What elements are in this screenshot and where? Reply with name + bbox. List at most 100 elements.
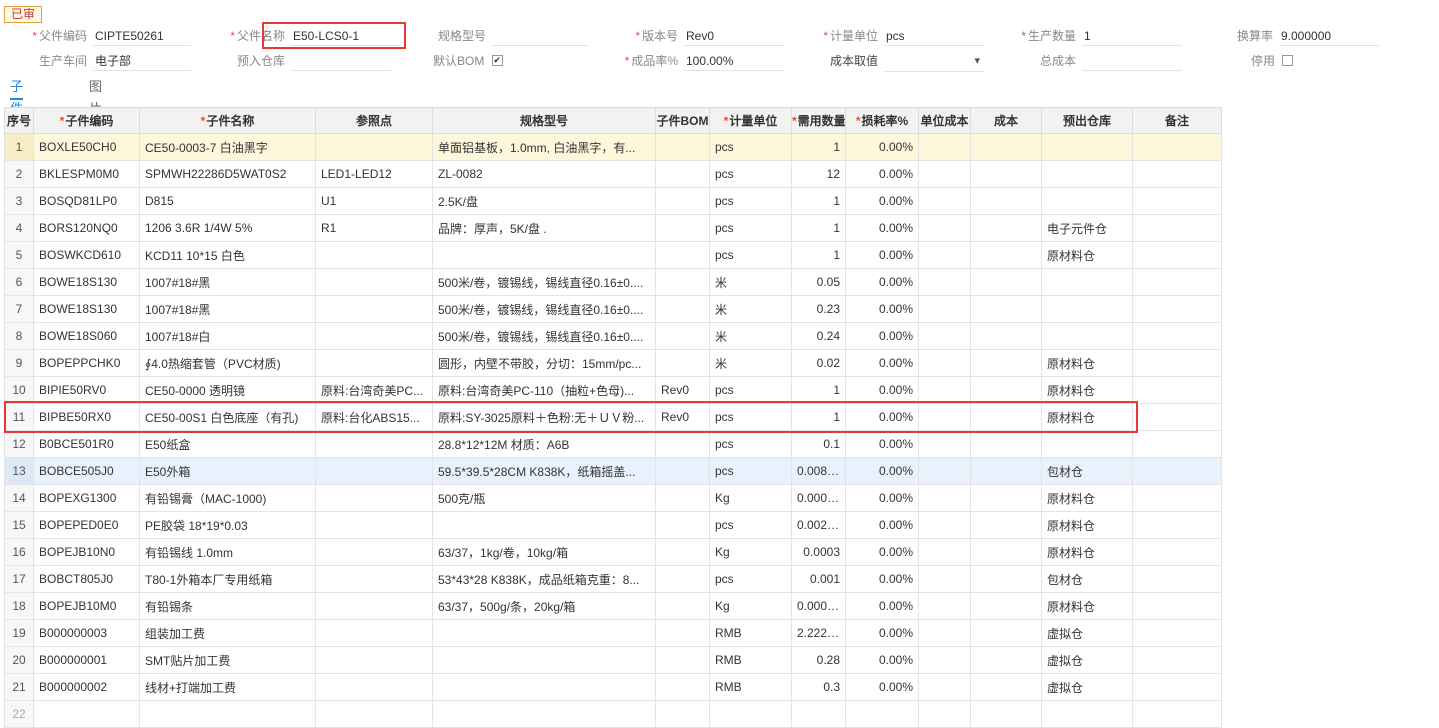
warehouse-cell[interactable]: 原材料仓 xyxy=(1041,511,1133,539)
component-code-cell[interactable]: BOPEPED0E0 xyxy=(33,511,140,539)
cost-cell[interactable] xyxy=(970,133,1042,161)
loss-rate-cell[interactable]: 0.00% xyxy=(845,619,919,647)
component-name-cell[interactable]: 线材+打端加工费 xyxy=(139,673,316,701)
table-row[interactable]: 9 BOPEPPCHK0 ∮4.0热缩套管（PVC材质) 圆形，内壁不带胶，分切：15… xyxy=(4,349,1222,377)
workshop-field[interactable]: 生产车间 电子部 xyxy=(39,51,191,71)
empty-cell[interactable] xyxy=(432,700,656,728)
spec-cell[interactable] xyxy=(432,511,656,539)
cost-cell[interactable] xyxy=(970,295,1042,323)
unit-input[interactable]: pcs xyxy=(884,26,984,46)
component-code-cell[interactable]: BOSQD81LP0 xyxy=(33,187,140,215)
unit-cell[interactable]: pcs xyxy=(709,376,792,404)
table-row[interactable]: 5 BOSWKCD610 KCD11 10*15 白色 pcs 1 0.00% 原材料仓 xyxy=(4,241,1222,269)
warehouse-cell[interactable]: 原材料仓 xyxy=(1041,241,1133,269)
table-row[interactable]: 3 BOSQD81LP0 D815 U1 2.5K/盘 pcs 1 0.00% xyxy=(4,187,1222,215)
unit-cell[interactable]: pcs xyxy=(709,457,792,485)
component-bom-cell[interactable] xyxy=(655,430,710,458)
reference-point-cell[interactable] xyxy=(315,511,433,539)
loss-rate-cell[interactable]: 0.00% xyxy=(845,349,919,377)
required-qty-cell[interactable]: 0.00232 xyxy=(791,511,846,539)
yield-rate-field[interactable]: * 成品率% 100.00% xyxy=(625,51,784,71)
component-code-cell[interactable]: BOWE18S130 xyxy=(33,295,140,323)
component-name-cell[interactable]: 1007#18#黑 xyxy=(139,268,316,296)
component-code-cell[interactable]: BOWE18S060 xyxy=(33,322,140,350)
cost-cell[interactable] xyxy=(970,619,1042,647)
unit-cost-cell[interactable] xyxy=(918,403,971,431)
component-code-cell[interactable]: BIPIE50RV0 xyxy=(33,376,140,404)
table-row[interactable]: 12 B0BCE501R0 E50纸盒 28.8*12*12M 材质：A6B pcs 0.… xyxy=(4,430,1222,458)
conversion-rate-input[interactable]: 9.000000 xyxy=(1279,26,1379,46)
unit-cell[interactable]: pcs xyxy=(709,565,792,593)
loss-rate-cell[interactable]: 0.00% xyxy=(845,457,919,485)
warehouse-cell[interactable]: 虚拟仓 xyxy=(1041,619,1133,647)
chevron-down-icon[interactable]: ▾ xyxy=(974,51,980,71)
default-bom-checkbox[interactable]: ✔ xyxy=(491,55,503,67)
required-qty-cell[interactable]: 0.24 xyxy=(791,322,846,350)
column-header[interactable]: 规格型号 xyxy=(432,107,656,134)
spec-cell[interactable]: 59.5*39.5*28CM K838K，纸箱摇盖... xyxy=(432,457,656,485)
unit-cell[interactable]: pcs xyxy=(709,241,792,269)
unit-cell[interactable]: pcs xyxy=(709,187,792,215)
component-bom-cell[interactable] xyxy=(655,241,710,269)
component-code-cell[interactable]: B000000001 xyxy=(33,646,140,674)
production-qty-input[interactable]: 1 xyxy=(1082,26,1182,46)
unit-cell[interactable]: 米 xyxy=(709,349,792,377)
loss-rate-cell[interactable]: 0.00% xyxy=(845,295,919,323)
remark-cell[interactable] xyxy=(1132,376,1222,404)
component-bom-cell[interactable] xyxy=(655,268,710,296)
component-name-cell[interactable]: CE50-0003-7 白油黑字 xyxy=(139,133,316,161)
loss-rate-cell[interactable]: 0.00% xyxy=(845,646,919,674)
required-qty-cell[interactable]: 2.22216 xyxy=(791,619,846,647)
disabled-checkbox[interactable] xyxy=(1282,55,1294,67)
reference-point-cell[interactable] xyxy=(315,241,433,269)
warehouse-cell[interactable] xyxy=(1041,133,1133,161)
unit-cost-cell[interactable] xyxy=(918,646,971,674)
spec-cell[interactable]: ZL-0082 xyxy=(432,160,656,188)
cost-cell[interactable] xyxy=(970,538,1042,566)
remark-cell[interactable] xyxy=(1132,268,1222,296)
total-cost-input[interactable] xyxy=(1082,51,1182,71)
column-header[interactable]: 序号 xyxy=(4,107,34,134)
unit-cost-cell[interactable] xyxy=(918,160,971,188)
unit-cell[interactable]: Kg xyxy=(709,538,792,566)
unit-cell[interactable]: RMB xyxy=(709,619,792,647)
reference-point-cell[interactable] xyxy=(315,295,433,323)
component-bom-cell[interactable] xyxy=(655,457,710,485)
remark-cell[interactable] xyxy=(1132,592,1222,620)
production-qty-field[interactable]: * 生产数量 1 xyxy=(1021,26,1182,46)
reference-point-cell[interactable] xyxy=(315,133,433,161)
component-bom-cell[interactable] xyxy=(655,619,710,647)
cost-cell[interactable] xyxy=(970,214,1042,242)
warehouse-cell[interactable] xyxy=(1041,295,1133,323)
empty-cell[interactable] xyxy=(918,700,971,728)
column-header[interactable]: *子件名称 xyxy=(139,107,316,134)
loss-rate-cell[interactable]: 0.00% xyxy=(845,241,919,269)
unit-cell[interactable]: Kg xyxy=(709,484,792,512)
unit-cost-cell[interactable] xyxy=(918,187,971,215)
component-bom-cell[interactable] xyxy=(655,322,710,350)
unit-cell[interactable]: pcs xyxy=(709,160,792,188)
component-code-cell[interactable]: BOWE18S130 xyxy=(33,268,140,296)
warehouse-cell[interactable] xyxy=(1041,430,1133,458)
conversion-rate-field[interactable]: 换算率 9.000000 xyxy=(1237,26,1379,46)
unit-cell[interactable]: pcs xyxy=(709,214,792,242)
column-header[interactable]: 备注 xyxy=(1132,107,1222,134)
spec-cell[interactable]: 500米/卷，镀锡线，锡线直径0.16±0.... xyxy=(432,268,656,296)
unit-field[interactable]: * 计量单位 pcs xyxy=(823,26,984,46)
table-row[interactable]: 17 BOBCT805J0 T80-1外箱本厂专用纸箱 53*43*28 K838K，… xyxy=(4,565,1222,593)
unit-cell[interactable]: RMB xyxy=(709,646,792,674)
required-qty-cell[interactable]: 0.00009 xyxy=(791,484,846,512)
remark-cell[interactable] xyxy=(1132,133,1222,161)
component-code-cell[interactable]: BIPBE50RX0 xyxy=(33,403,140,431)
required-qty-cell[interactable]: 0.23 xyxy=(791,295,846,323)
empty-cell[interactable] xyxy=(139,700,316,728)
unit-cell[interactable]: pcs xyxy=(709,133,792,161)
component-code-cell[interactable]: BOPEPPCHK0 xyxy=(33,349,140,377)
required-qty-cell[interactable]: 1 xyxy=(791,133,846,161)
cost-cell[interactable] xyxy=(970,646,1042,674)
tab-components[interactable]: 子件页签 xyxy=(10,76,24,160)
required-qty-cell[interactable]: 0.1 xyxy=(791,430,846,458)
component-code-cell[interactable]: BOPEXG1300 xyxy=(33,484,140,512)
spec-cell[interactable]: 圆形，内壁不带胶，分切：15mm/pc... xyxy=(432,349,656,377)
component-name-cell[interactable]: 1007#18#黑 xyxy=(139,295,316,323)
